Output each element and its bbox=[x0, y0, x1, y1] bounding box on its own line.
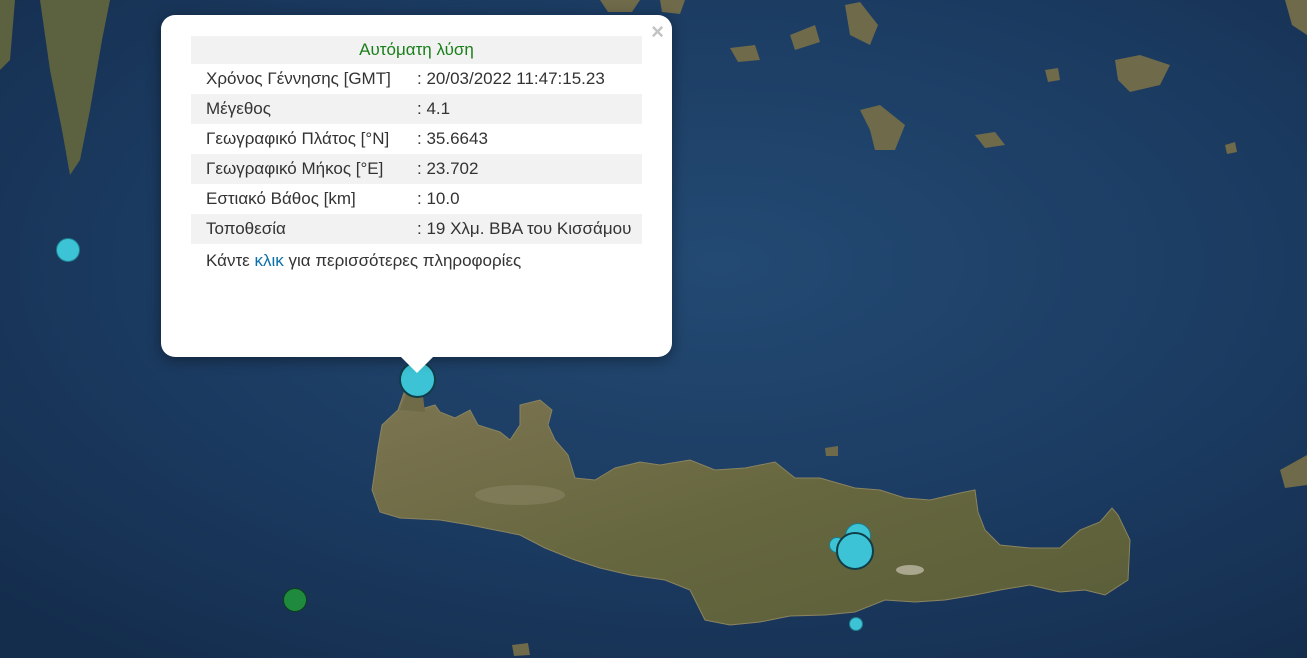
origin-time-value: : 20/03/2022 11:47:15.23 bbox=[417, 69, 605, 88]
origin-time-label: Χρόνος Γέννησης [GMT] bbox=[206, 69, 391, 88]
mountain-texture bbox=[475, 485, 565, 505]
mountain-white bbox=[896, 565, 924, 575]
table-row: Γεωγραφικό Πλάτος [°N] : 35.6643 bbox=[191, 124, 642, 154]
more-info-text: Κάντε κλικ για περισσότερες πληροφορίες bbox=[191, 244, 642, 273]
table-row: Γεωγραφικό Μήκος [°E] : 23.702 bbox=[191, 154, 642, 184]
latitude-value: : 35.6643 bbox=[417, 129, 488, 148]
table-row: Εστιακό Βάθος [km] : 10.0 bbox=[191, 184, 642, 214]
earthquake-popup: × Αυτόματη λύση Χρόνος Γέννησης [GMT] : … bbox=[161, 15, 672, 373]
more-info-link[interactable]: κλικ bbox=[254, 251, 283, 270]
close-icon[interactable]: × bbox=[651, 21, 664, 43]
magnitude-label: Μέγεθος bbox=[191, 94, 402, 124]
popup-title: Αυτόματη λύση bbox=[191, 36, 642, 64]
depth-label: Εστιακό Βάθος [km] bbox=[206, 189, 356, 208]
earthquake-marker[interactable] bbox=[56, 238, 80, 262]
earthquake-info-table: Χρόνος Γέννησης [GMT] : 20/03/2022 11:47… bbox=[191, 64, 642, 244]
island-gavdos bbox=[512, 643, 530, 656]
popup-tip bbox=[401, 357, 433, 373]
earthquake-marker[interactable] bbox=[836, 532, 874, 570]
location-label: Τοποθεσία bbox=[191, 214, 402, 244]
table-row: Χρόνος Γέννησης [GMT] : 20/03/2022 11:47… bbox=[191, 64, 642, 94]
earthquake-marker-old[interactable] bbox=[283, 588, 307, 612]
magnitude-value: : 4.1 bbox=[402, 94, 642, 124]
depth-value: : 10.0 bbox=[417, 189, 460, 208]
more-info-suffix: για περισσότερες πληροφορίες bbox=[283, 251, 522, 270]
longitude-label: Γεωγραφικό Μήκος [°E] bbox=[191, 154, 402, 184]
table-row: Μέγεθος : 4.1 bbox=[191, 94, 642, 124]
location-value: : 19 Χλμ. ΒΒΑ του Κισσάμου bbox=[402, 214, 642, 244]
earthquake-marker[interactable] bbox=[849, 617, 863, 631]
longitude-value: : 23.702 bbox=[402, 154, 642, 184]
table-row: Τοποθεσία : 19 Χλμ. ΒΒΑ του Κισσάμου bbox=[191, 214, 642, 244]
latitude-label: Γεωγραφικό Πλάτος [°N] bbox=[206, 129, 390, 148]
more-info-prefix: Κάντε bbox=[206, 251, 255, 270]
